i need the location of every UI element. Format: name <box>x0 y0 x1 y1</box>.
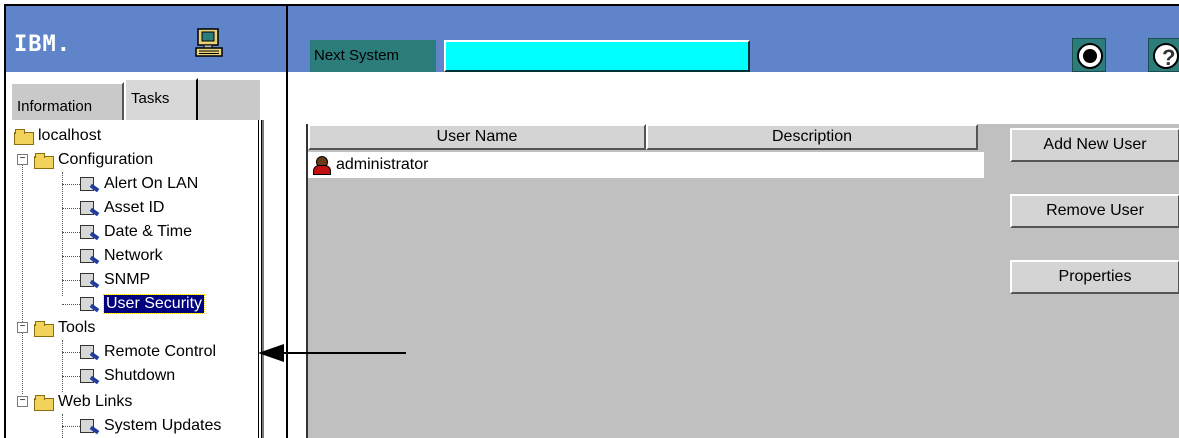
tree-item-remote-control[interactable]: Remote Control <box>80 340 216 364</box>
tree-item-label-selected: User Security <box>102 294 206 314</box>
folder-icon <box>34 395 54 411</box>
tree-line <box>62 232 80 233</box>
collapse-toggle[interactable]: − <box>17 396 28 407</box>
tree-item-label: SNMP <box>104 271 151 288</box>
tree-item-label: Tools <box>58 319 96 336</box>
task-icon <box>80 248 100 264</box>
task-icon <box>80 368 100 384</box>
go-button[interactable] <box>1072 38 1106 72</box>
task-icon <box>80 200 100 216</box>
tree-item-user-security[interactable]: User Security <box>80 292 206 316</box>
tree-line <box>62 280 80 281</box>
next-system-label-box: Next System <box>310 40 436 72</box>
tree-item-label: localhost <box>38 127 102 144</box>
tree-line <box>62 426 80 427</box>
tree-item-label: System Updates <box>104 417 222 434</box>
folder-icon <box>34 153 54 169</box>
tree-item-system-updates[interactable]: System Updates <box>80 414 221 438</box>
tree-line <box>22 156 23 394</box>
remove-user-button[interactable]: Remove User <box>1010 194 1179 228</box>
properties-button[interactable]: Properties <box>1010 260 1179 294</box>
tree-line <box>62 172 63 296</box>
tree-item-asset-id[interactable]: Asset ID <box>80 196 164 220</box>
ibm-logo: IBM. <box>14 32 71 57</box>
tree-line <box>62 256 80 257</box>
collapse-toggle[interactable]: − <box>17 154 28 165</box>
tree-item-label: Alert On LAN <box>104 175 199 192</box>
tree-line <box>62 340 63 392</box>
tree-line <box>62 376 80 377</box>
table-row[interactable]: administrator <box>308 152 984 178</box>
help-button[interactable]: ? <box>1148 38 1179 72</box>
task-tree: localhost − Configuration Alert On LAN A… <box>8 120 264 438</box>
task-icon <box>80 224 100 240</box>
folder-icon <box>14 129 34 145</box>
tree-scroll-border <box>258 120 262 438</box>
tree-item-label: Remote Control <box>104 343 217 360</box>
tree-line <box>62 208 80 209</box>
collapse-toggle[interactable]: − <box>17 322 28 333</box>
task-icon <box>80 176 100 192</box>
tree-item-label: Network <box>104 247 163 264</box>
tab-strip-filler <box>198 78 260 126</box>
tree-item-label: Asset ID <box>104 199 165 216</box>
tab-tasks[interactable]: Tasks <box>124 78 198 126</box>
tree-line <box>62 184 80 185</box>
folder-icon <box>34 321 54 337</box>
tree-item-alert-on-lan[interactable]: Alert On LAN <box>80 172 198 196</box>
annotation-arrow-head <box>258 344 284 362</box>
next-system-label: Next System <box>314 47 400 64</box>
tree-item-snmp[interactable]: SNMP <box>80 268 150 292</box>
user-icon <box>312 156 331 175</box>
column-header-description[interactable]: Description <box>646 124 978 150</box>
tree-item-label: Web Links <box>58 393 133 410</box>
go-arrow-icon <box>1077 43 1103 69</box>
tree-item-label: Configuration <box>58 151 154 168</box>
user-name-cell: administrator <box>336 156 429 173</box>
task-icon <box>80 272 100 288</box>
tree-item-network[interactable]: Network <box>80 244 163 268</box>
task-icon <box>80 418 100 434</box>
tree-item-shutdown[interactable]: Shutdown <box>80 364 175 388</box>
tree-item-localhost[interactable]: localhost <box>14 124 101 148</box>
main-area: User Name Description administrator Add … <box>288 72 1179 438</box>
tree-item-date-time[interactable]: Date & Time <box>80 220 192 244</box>
logo-bar: IBM. <box>6 6 286 72</box>
tree-item-tools[interactable]: Tools <box>34 316 95 340</box>
action-button-panel: Add New User Remove User Properties <box>984 124 1179 438</box>
top-bar: Next System ? <box>288 6 1179 72</box>
tree-item-label: Date & Time <box>104 223 193 240</box>
column-header-user-name[interactable]: User Name <box>308 124 646 150</box>
help-icon: ? <box>1153 43 1179 70</box>
next-system-input[interactable] <box>444 40 750 72</box>
task-icon <box>80 296 100 312</box>
task-icon <box>80 344 100 360</box>
add-new-user-button[interactable]: Add New User <box>1010 128 1179 162</box>
left-panel: Information Tasks localhost − Configurat… <box>6 72 286 438</box>
user-table: User Name Description administrator <box>306 124 984 438</box>
annotation-arrow-line <box>280 352 406 354</box>
tree-line <box>62 352 80 353</box>
tree-item-configuration[interactable]: Configuration <box>34 148 153 172</box>
computer-icon <box>195 28 223 57</box>
tree-item-label: Shutdown <box>104 367 176 384</box>
tree-line <box>62 304 80 305</box>
tree-item-web-links[interactable]: Web Links <box>34 390 132 414</box>
